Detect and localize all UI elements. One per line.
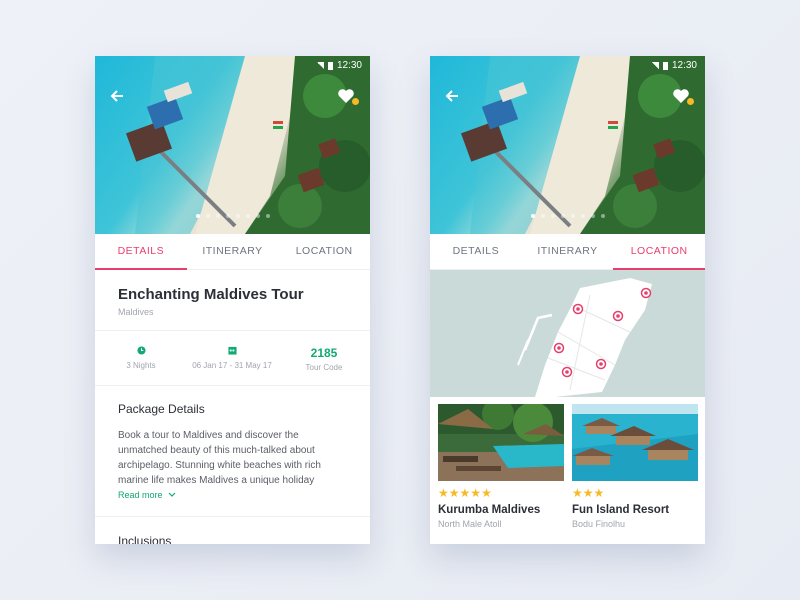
star-icon: ★ (582, 486, 594, 500)
beach-illustration (126, 56, 370, 234)
resort-photo (438, 404, 564, 481)
divider (95, 330, 370, 331)
carousel-dot[interactable] (205, 214, 210, 218)
clock-icon (136, 346, 146, 355)
stat-tour-code: 2185 Tour Code (278, 346, 370, 372)
battery-icon (662, 61, 668, 70)
signal-icon (316, 62, 324, 69)
tab-details[interactable]: DETAILS (430, 234, 522, 269)
notification-dot (352, 98, 359, 105)
tab-location[interactable]: LOCATION (613, 234, 705, 270)
dates-label: 06 Jan 17 - 31 May 17 (192, 361, 272, 370)
resort-card[interactable]: ★★★ Fun Island Resort Bodu Finolhu (572, 404, 698, 529)
arrow-left-icon (445, 90, 458, 102)
hero-image: 12:30 (430, 56, 705, 234)
star-icon: ★ (470, 486, 482, 500)
resort-photo (572, 404, 698, 481)
carousel-dot[interactable] (215, 214, 220, 218)
resort-name: Fun Island Resort (572, 504, 670, 516)
inclusions-title: Inclusions (118, 534, 172, 544)
battery-icon (327, 61, 333, 70)
signal-icon (651, 62, 659, 69)
status-time: 12:30 (336, 60, 362, 71)
nights-label: 3 Nights (126, 361, 156, 370)
stat-dates: 06 Jan 17 - 31 May 17 (186, 346, 278, 370)
tab-bar: DETAILS ITINERARY LOCATION (95, 234, 370, 270)
location-map[interactable] (430, 270, 705, 397)
beach-illustration (461, 56, 705, 234)
carousel-dot[interactable] (580, 214, 585, 218)
status-time: 12:30 (671, 60, 697, 71)
read-more-link[interactable]: Read more (118, 490, 176, 500)
carousel-dot[interactable] (530, 214, 535, 218)
resort-location: Bodu Finolhu (572, 519, 626, 529)
hero-image: 12:30 (95, 56, 370, 234)
star-rating: ★★★★★ (438, 486, 564, 500)
map-illustration (517, 278, 652, 397)
resort-card[interactable]: ★★★★★ Kurumba Maldives North Male Atoll (438, 404, 564, 529)
tour-code-label: Tour Code (305, 363, 343, 372)
carousel-dots[interactable] (95, 214, 370, 218)
carousel-dot[interactable] (590, 214, 595, 218)
status-bar: 12:30 (651, 60, 697, 71)
carousel-dot[interactable] (255, 214, 260, 218)
carousel-dot[interactable] (265, 214, 270, 218)
star-icon: ★ (572, 486, 583, 500)
location-screen: 12:30 DETAILS ITINERARY LOCATION ★★★★★ K… (430, 56, 705, 544)
notification-dot (687, 98, 694, 105)
water-villas-photo (572, 404, 698, 481)
star-icon: ★ (481, 486, 492, 500)
details-screen: 12:30 DETAILS ITINERARY LOCATION Enchant… (95, 56, 370, 544)
chevron-down-icon (168, 492, 175, 497)
tab-bar: DETAILS ITINERARY LOCATION (430, 234, 705, 270)
carousel-dot[interactable] (600, 214, 605, 218)
star-icon: ★ (459, 486, 471, 500)
tour-subtitle: Maldives (118, 307, 154, 317)
divider (95, 385, 370, 386)
back-button[interactable] (442, 86, 462, 106)
carousel-dots[interactable] (430, 214, 705, 218)
carousel-dot[interactable] (235, 214, 240, 218)
star-icon: ★ (438, 486, 449, 500)
carousel-dot[interactable] (560, 214, 565, 218)
back-button[interactable] (107, 86, 127, 106)
tab-itinerary[interactable]: ITINERARY (187, 234, 279, 269)
resort-name: Kurumba Maldives (438, 504, 541, 516)
star-icon: ★ (593, 486, 605, 500)
read-more-label: Read more (118, 490, 163, 500)
resort-location: North Male Atoll (438, 519, 502, 529)
carousel-dot[interactable] (245, 214, 250, 218)
star-icon: ★ (448, 486, 460, 500)
carousel-dot[interactable] (540, 214, 545, 218)
stat-nights: 3 Nights (95, 346, 187, 370)
arrow-left-icon (110, 90, 123, 102)
divider (95, 516, 370, 517)
status-bar: 12:30 (316, 60, 362, 71)
package-description: Book a tour to Maldives and discover the… (118, 430, 321, 486)
carousel-dot[interactable] (550, 214, 555, 218)
tab-details[interactable]: DETAILS (95, 234, 187, 270)
tab-location[interactable]: LOCATION (278, 234, 370, 269)
calendar-icon (227, 346, 237, 355)
carousel-dot[interactable] (225, 214, 230, 218)
tour-code-value: 2185 (310, 346, 338, 360)
carousel-dot[interactable] (195, 214, 200, 218)
star-rating: ★★★ (572, 486, 698, 500)
tab-itinerary[interactable]: ITINERARY (522, 234, 614, 269)
resort-pool-photo (438, 404, 564, 481)
tour-title: Enchanting Maldives Tour (118, 286, 304, 303)
carousel-dot[interactable] (570, 214, 575, 218)
package-details-title: Package Details (118, 402, 205, 416)
